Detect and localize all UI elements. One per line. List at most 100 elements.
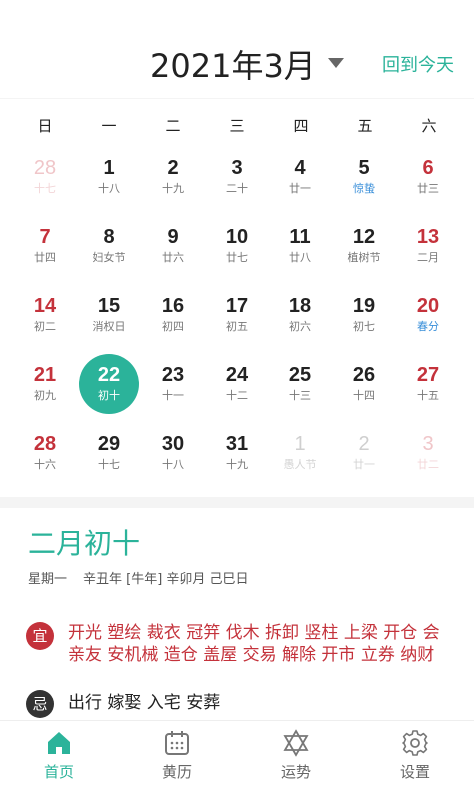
day-cell[interactable]: 24 十二 xyxy=(206,358,268,416)
lunar-label: 十九 xyxy=(162,182,184,195)
day-cell[interactable]: 4 廿一 xyxy=(269,151,331,209)
day-cell[interactable]: 1 十八 xyxy=(78,151,140,209)
day-cell[interactable]: 3 廿二 xyxy=(397,427,459,485)
back-to-today-button[interactable]: 回到今天 xyxy=(382,52,454,80)
day-number: 17 xyxy=(225,295,249,317)
day-cell[interactable]: 2 十九 xyxy=(142,151,204,209)
calendar-icon xyxy=(165,731,189,755)
lunar-label: 植树节 xyxy=(347,251,381,264)
day-cell[interactable]: 13 二月 xyxy=(397,220,459,278)
weekday-label: 一 xyxy=(101,117,117,135)
day-cell[interactable]: 20 春分 xyxy=(397,289,459,347)
day-number: 28 xyxy=(33,157,57,179)
day-number: 2 xyxy=(167,157,179,179)
day-cell[interactable]: 26 十四 xyxy=(333,358,395,416)
day-number: 5 xyxy=(358,157,370,179)
day-cell[interactable]: 30 十八 xyxy=(142,427,204,485)
bottom-tab-bar: 首页 黄历 运势 设置 xyxy=(0,720,474,794)
weekday-label: 五 xyxy=(357,117,373,135)
day-cell[interactable]: 19 初七 xyxy=(333,289,395,347)
lunar-label: 廿八 xyxy=(289,251,311,264)
weekday-label: 六 xyxy=(421,117,437,135)
month-title[interactable]: 2021年3月 xyxy=(150,44,316,88)
day-cell[interactable]: 23 十一 xyxy=(142,358,204,416)
day-cell[interactable]: 12 植树节 xyxy=(333,220,395,278)
day-cell[interactable]: 15 消权日 xyxy=(78,289,140,347)
lunar-label: 初十 xyxy=(98,389,120,402)
tab-fortune[interactable]: 运势 xyxy=(237,721,355,794)
day-cell[interactable]: 27 十五 xyxy=(397,358,459,416)
gear-icon xyxy=(402,730,428,756)
day-cell[interactable]: 25 十三 xyxy=(269,358,331,416)
day-cell[interactable]: 3 二十 xyxy=(206,151,268,209)
lunar-label: 初五 xyxy=(226,320,248,333)
day-number: 19 xyxy=(352,295,376,317)
day-cell[interactable]: 14 初二 xyxy=(14,289,76,347)
day-cell[interactable]: 18 初六 xyxy=(269,289,331,347)
day-number: 1 xyxy=(103,157,115,179)
day-cell[interactable]: 8 妇女节 xyxy=(78,220,140,278)
lunar-label: 廿三 xyxy=(417,182,439,195)
day-cell[interactable]: 11 廿八 xyxy=(269,220,331,278)
caret-down-icon[interactable] xyxy=(328,58,344,68)
day-cell[interactable]: 16 初四 xyxy=(142,289,204,347)
day-cell-selected[interactable]: 22 初十 xyxy=(78,354,140,416)
lunar-label: 二月 xyxy=(417,251,439,264)
lunar-label: 消权日 xyxy=(92,320,126,333)
day-cell[interactable]: 5 惊蛰 xyxy=(333,151,395,209)
tab-settings[interactable]: 设置 xyxy=(356,721,474,794)
lunar-label: 廿四 xyxy=(34,251,56,264)
day-number: 28 xyxy=(33,433,57,455)
ganzhi-line: 星期一 辛丑年 [牛年] 辛卯月 己巳日 xyxy=(28,570,265,590)
day-number: 3 xyxy=(422,433,434,455)
day-cell[interactable]: 17 初五 xyxy=(206,289,268,347)
day-number: 3 xyxy=(231,157,243,179)
lunar-label: 十六 xyxy=(34,458,56,471)
day-number: 27 xyxy=(416,364,440,386)
day-cell[interactable]: 10 廿七 xyxy=(206,220,268,278)
day-cell[interactable]: 21 初九 xyxy=(14,358,76,416)
lunar-label: 十二 xyxy=(226,389,248,402)
tab-label: 黄历 xyxy=(161,763,192,781)
day-cell[interactable]: 28 十七 xyxy=(14,151,76,209)
day-number: 31 xyxy=(225,433,249,455)
lunar-label: 十四 xyxy=(353,389,375,402)
day-cell[interactable]: 29 十七 xyxy=(78,427,140,485)
tab-label: 运势 xyxy=(280,763,311,781)
tab-almanac[interactable]: 黄历 xyxy=(118,721,236,794)
tab-label: 设置 xyxy=(399,763,430,781)
day-number: 23 xyxy=(161,364,185,386)
day-number: 26 xyxy=(352,364,376,386)
day-number: 14 xyxy=(33,295,57,317)
day-number: 8 xyxy=(103,226,115,248)
lunar-label: 廿七 xyxy=(226,251,248,264)
day-cell[interactable]: 2 廿一 xyxy=(333,427,395,485)
home-icon xyxy=(48,732,70,754)
weekday-label: 四 xyxy=(293,117,309,135)
day-number: 25 xyxy=(288,364,312,386)
day-number: 15 xyxy=(97,295,121,317)
lunar-label: 初七 xyxy=(353,320,375,333)
lunar-label: 惊蛰 xyxy=(353,182,375,195)
lunar-label: 初九 xyxy=(34,389,56,402)
day-number: 13 xyxy=(416,226,440,248)
day-cell[interactable]: 6 廿三 xyxy=(397,151,459,209)
day-cell[interactable]: 7 廿四 xyxy=(14,220,76,278)
lunar-label: 廿六 xyxy=(162,251,184,264)
day-cell[interactable]: 9 廿六 xyxy=(142,220,204,278)
weekday-label: 三 xyxy=(229,117,245,135)
tab-home[interactable]: 首页 xyxy=(0,721,118,794)
day-number: 29 xyxy=(97,433,121,455)
star-of-david-icon xyxy=(283,729,309,757)
lunar-label: 十八 xyxy=(98,182,120,195)
weekday-label: 二 xyxy=(165,117,181,135)
ji-activities: 出行 嫁娶 入宅 安葬 xyxy=(68,693,221,713)
day-cell[interactable]: 31 十九 xyxy=(206,427,268,485)
lunar-label: 初四 xyxy=(162,320,184,333)
lunar-label: 愚人节 xyxy=(283,458,317,471)
ji-badge: 忌 xyxy=(26,690,54,718)
day-cell[interactable]: 1 愚人节 xyxy=(269,427,331,485)
weekday-label: 日 xyxy=(37,117,53,135)
lunar-label: 十七 xyxy=(34,182,56,195)
day-cell[interactable]: 28 十六 xyxy=(14,427,76,485)
